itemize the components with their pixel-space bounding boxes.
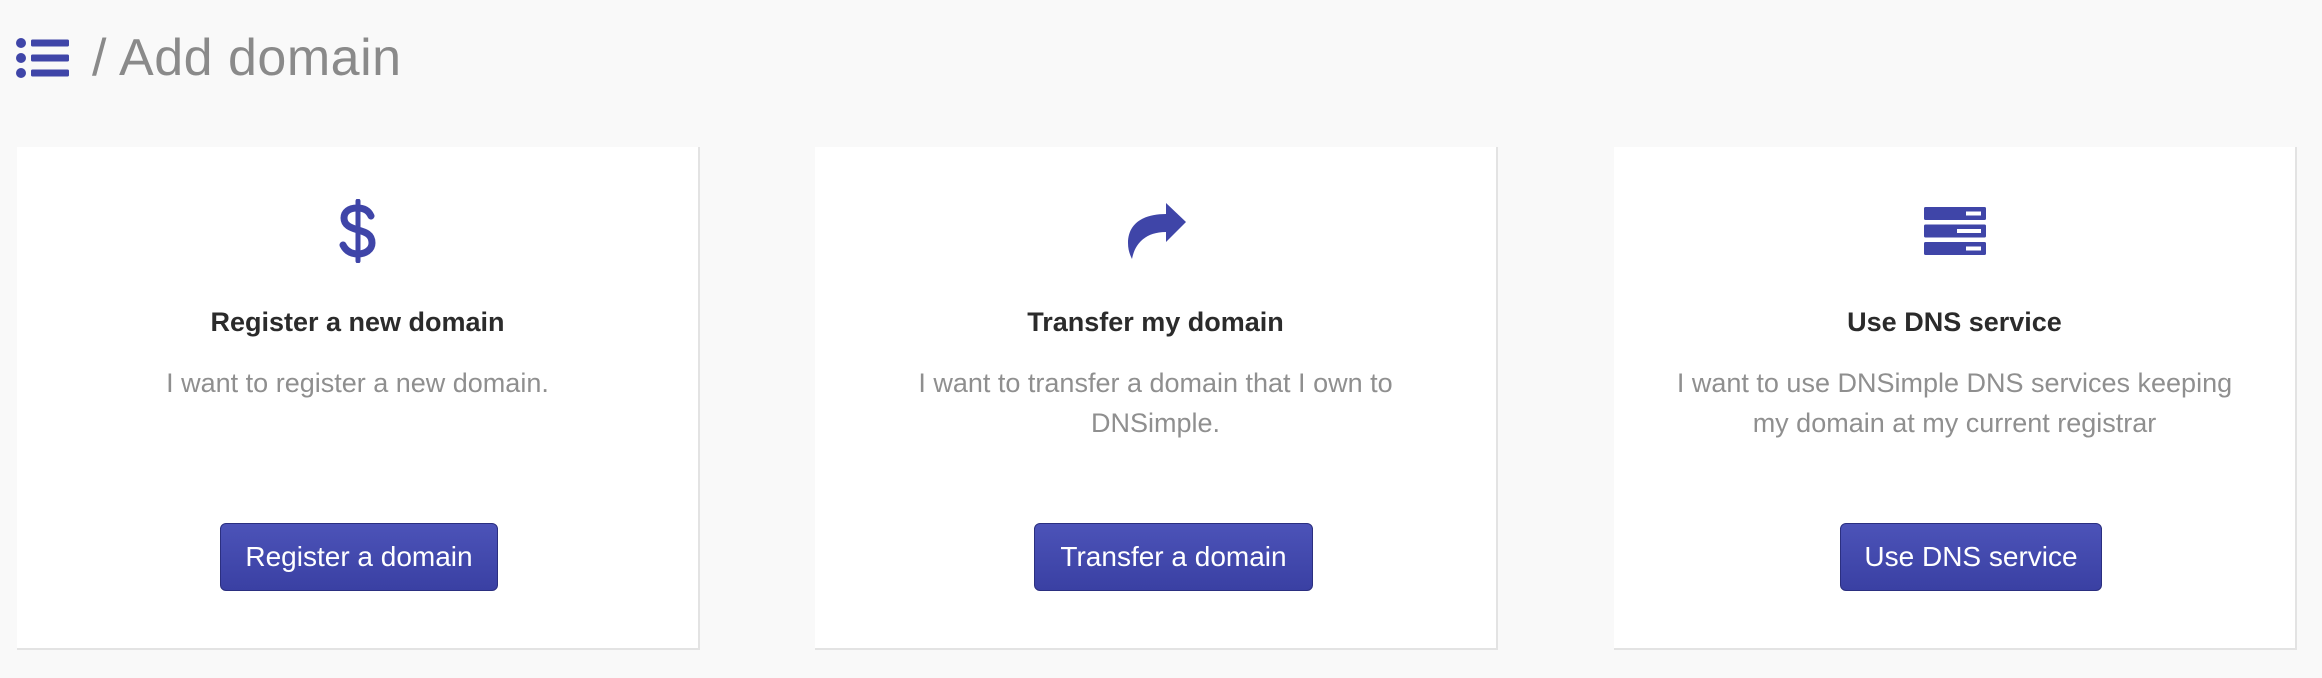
- card-title: Transfer my domain: [1027, 307, 1284, 337]
- share-arrow-icon: [1127, 203, 1186, 259]
- page-title: / Add domain: [92, 29, 402, 87]
- card-description: I want to transfer a domain that I own t…: [918, 368, 1393, 438]
- card-icon-wrapper: [815, 197, 1496, 265]
- card-title: Use DNS service: [1847, 307, 2062, 337]
- transfer-domain-card: Transfer my domain I want to transfer a …: [815, 147, 1498, 650]
- card-description: I want to register a new domain.: [166, 368, 549, 398]
- register-domain-card: Register a new domain I want to register…: [17, 147, 700, 650]
- card-title: Register a new domain: [210, 307, 505, 337]
- server-icon: [1923, 207, 1986, 255]
- card-icon-wrapper: [17, 197, 698, 265]
- transfer-domain-button[interactable]: Transfer a domain: [1034, 523, 1313, 591]
- dollar-icon: [339, 199, 376, 263]
- list-icon[interactable]: [16, 38, 70, 78]
- dns-service-card: Use DNS service I want to use DNSimple D…: [1614, 147, 2297, 650]
- card-description: I want to use DNSimple DNS services keep…: [1676, 368, 2233, 438]
- add-domain-options: Register a new domain I want to register…: [17, 147, 2297, 650]
- card-icon-wrapper: [1614, 197, 2295, 265]
- register-domain-button[interactable]: Register a domain: [220, 523, 498, 591]
- page-header: / Add domain: [16, 22, 402, 94]
- use-dns-service-button[interactable]: Use DNS service: [1840, 523, 2102, 591]
